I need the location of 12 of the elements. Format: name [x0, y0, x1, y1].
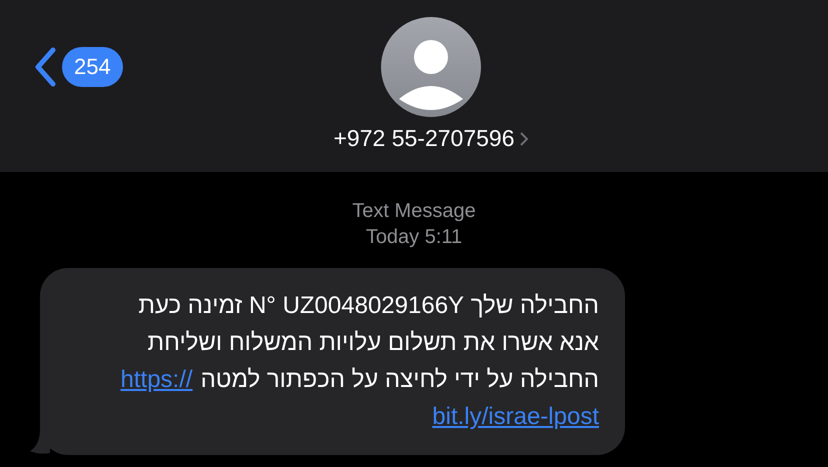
- message-text: אנא אשרו את תשלום עלויות המשלוח ושליחת: [148, 328, 599, 358]
- avatar-icon[interactable]: [380, 17, 481, 117]
- message-text: החבילה שלך N° UZ0048029166Y זמינה כעת: [138, 291, 599, 321]
- message-link[interactable]: https://: [120, 361, 193, 398]
- contact-number-button[interactable]: +972 55-2707596: [334, 125, 528, 152]
- back-count-button[interactable]: 254: [62, 47, 123, 87]
- message-link[interactable]: bit.ly/israe-lpost: [432, 398, 599, 435]
- message-text: החבילה על ידי לחיצה על הכפתור למטה: [200, 365, 599, 395]
- message-service-label: Text Message: [352, 199, 476, 224]
- back-chevron-icon[interactable]: [34, 47, 56, 87]
- message-timestamp: Today 5:11: [366, 225, 462, 250]
- chevron-right-icon: [520, 132, 528, 146]
